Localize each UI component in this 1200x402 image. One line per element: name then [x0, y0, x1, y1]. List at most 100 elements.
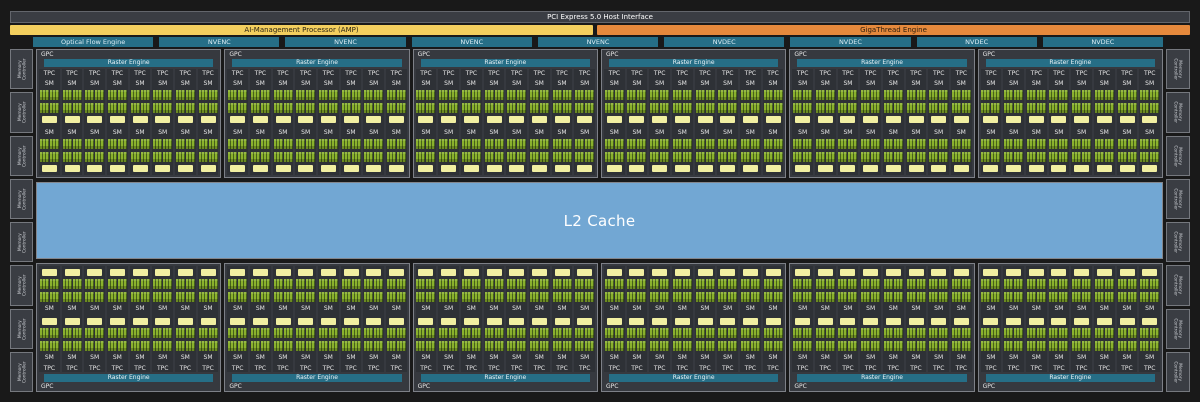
- sm-block: SM: [295, 126, 316, 175]
- sm-label: SM: [278, 80, 288, 87]
- sm-block: SM: [883, 266, 904, 315]
- core-block: [374, 341, 384, 351]
- core-block: [374, 139, 384, 149]
- sm-block: SM: [649, 266, 670, 315]
- core-block: [939, 279, 949, 289]
- sm-block: SM: [1049, 266, 1070, 315]
- core-block: [163, 292, 173, 302]
- core-block: [1072, 341, 1082, 351]
- core-block: [552, 90, 562, 100]
- sm-unit-bar: [1142, 165, 1158, 172]
- core-row: [1117, 292, 1137, 302]
- sm-label: SM: [798, 354, 808, 361]
- core-block: [961, 341, 971, 351]
- core-row: [341, 279, 361, 289]
- core-row: [815, 292, 835, 302]
- memory-controller-block: Memory Controller: [1166, 308, 1190, 349]
- tpc-column: TPC SM SM: [980, 266, 1002, 372]
- core-block: [1140, 139, 1150, 149]
- core-row: [386, 341, 406, 351]
- core-block: [396, 341, 406, 351]
- sm-label: SM: [180, 305, 190, 312]
- sm-unit-bar: [697, 269, 713, 276]
- sm-unit-bar: [817, 165, 833, 172]
- core-row: [341, 328, 361, 338]
- sm-label: SM: [677, 129, 687, 136]
- core-block: [306, 279, 316, 289]
- sm-block: SM: [295, 315, 316, 364]
- core-block: [585, 152, 595, 162]
- core-row: [461, 328, 481, 338]
- core-block: [130, 341, 140, 351]
- tpc-row: TPC SM SM TPC SM SM TPC SM SM TPC SM SM TPC SM SM TPC SM…: [415, 266, 596, 372]
- sm-block: SM: [438, 315, 459, 364]
- tpc-column: TPC SM SM: [1071, 69, 1092, 175]
- core-block: [283, 279, 293, 289]
- sm-unit-bar: [1142, 116, 1158, 123]
- core-block: [250, 279, 260, 289]
- core-block: [163, 152, 173, 162]
- core-block: [95, 103, 105, 113]
- core-block: [198, 90, 208, 100]
- sm-unit-bar: [863, 165, 879, 172]
- core-block: [929, 152, 939, 162]
- core-block: [861, 103, 871, 113]
- sm-unit-bar: [817, 269, 833, 276]
- core-row: [39, 90, 59, 100]
- sm-block: SM: [363, 77, 384, 126]
- core-block: [1036, 152, 1046, 162]
- sm-label: SM: [1077, 354, 1087, 361]
- core-block: [906, 328, 916, 338]
- core-row: [107, 292, 127, 302]
- core-block: [991, 103, 1001, 113]
- core-block: [604, 328, 614, 338]
- sm-unit-bar: [1119, 165, 1135, 172]
- tpc-label: TPC: [420, 365, 432, 372]
- sm-block: SM: [860, 77, 881, 126]
- sm-unit-bar: [388, 318, 404, 325]
- core-block: [198, 328, 208, 338]
- core-row: [604, 292, 624, 302]
- sm-block: SM: [273, 77, 294, 126]
- sm-unit-bar: [674, 165, 690, 172]
- sm-unit-bar: [275, 165, 291, 172]
- tpc-column: TPC SM SM: [649, 266, 670, 372]
- core-row: [838, 103, 858, 113]
- core-block: [175, 90, 185, 100]
- core-row: [552, 90, 572, 100]
- sm-label: SM: [1099, 80, 1109, 87]
- core-block: [1082, 103, 1092, 113]
- core-block: [883, 341, 893, 351]
- core-block: [163, 328, 173, 338]
- tpc-column: TPC SM SM: [740, 69, 761, 175]
- core-block: [471, 292, 481, 302]
- core-block: [803, 279, 813, 289]
- core-block: [439, 139, 449, 149]
- sm-label: SM: [986, 354, 996, 361]
- core-block: [906, 103, 916, 113]
- tpc-column: TPC SM SM: [574, 69, 596, 175]
- core-row: [507, 279, 527, 289]
- sm-unit-bar: [132, 116, 148, 123]
- sm-label: SM: [203, 354, 213, 361]
- core-block: [929, 341, 939, 351]
- sm-label: SM: [44, 305, 54, 312]
- core-block: [883, 152, 893, 162]
- core-block: [1150, 152, 1160, 162]
- sm-unit-bar: [531, 269, 547, 276]
- core-block: [650, 279, 660, 289]
- tpc-column: TPC SM SM: [740, 266, 761, 372]
- core-block: [238, 341, 248, 351]
- gpc-block: GPC Raster Engine TPC SM SM TPC SM SM TPC SM SM TPC…: [600, 263, 787, 392]
- core-row: [198, 90, 218, 100]
- core-block: [85, 103, 95, 113]
- sm-unit-bar: [840, 165, 856, 172]
- core-block: [471, 90, 481, 100]
- core-row: [130, 90, 150, 100]
- core-row: [793, 152, 813, 162]
- core-block: [208, 279, 218, 289]
- core-row: [341, 292, 361, 302]
- core-block: [961, 90, 971, 100]
- core-block: [1082, 152, 1092, 162]
- sm-label: SM: [677, 305, 687, 312]
